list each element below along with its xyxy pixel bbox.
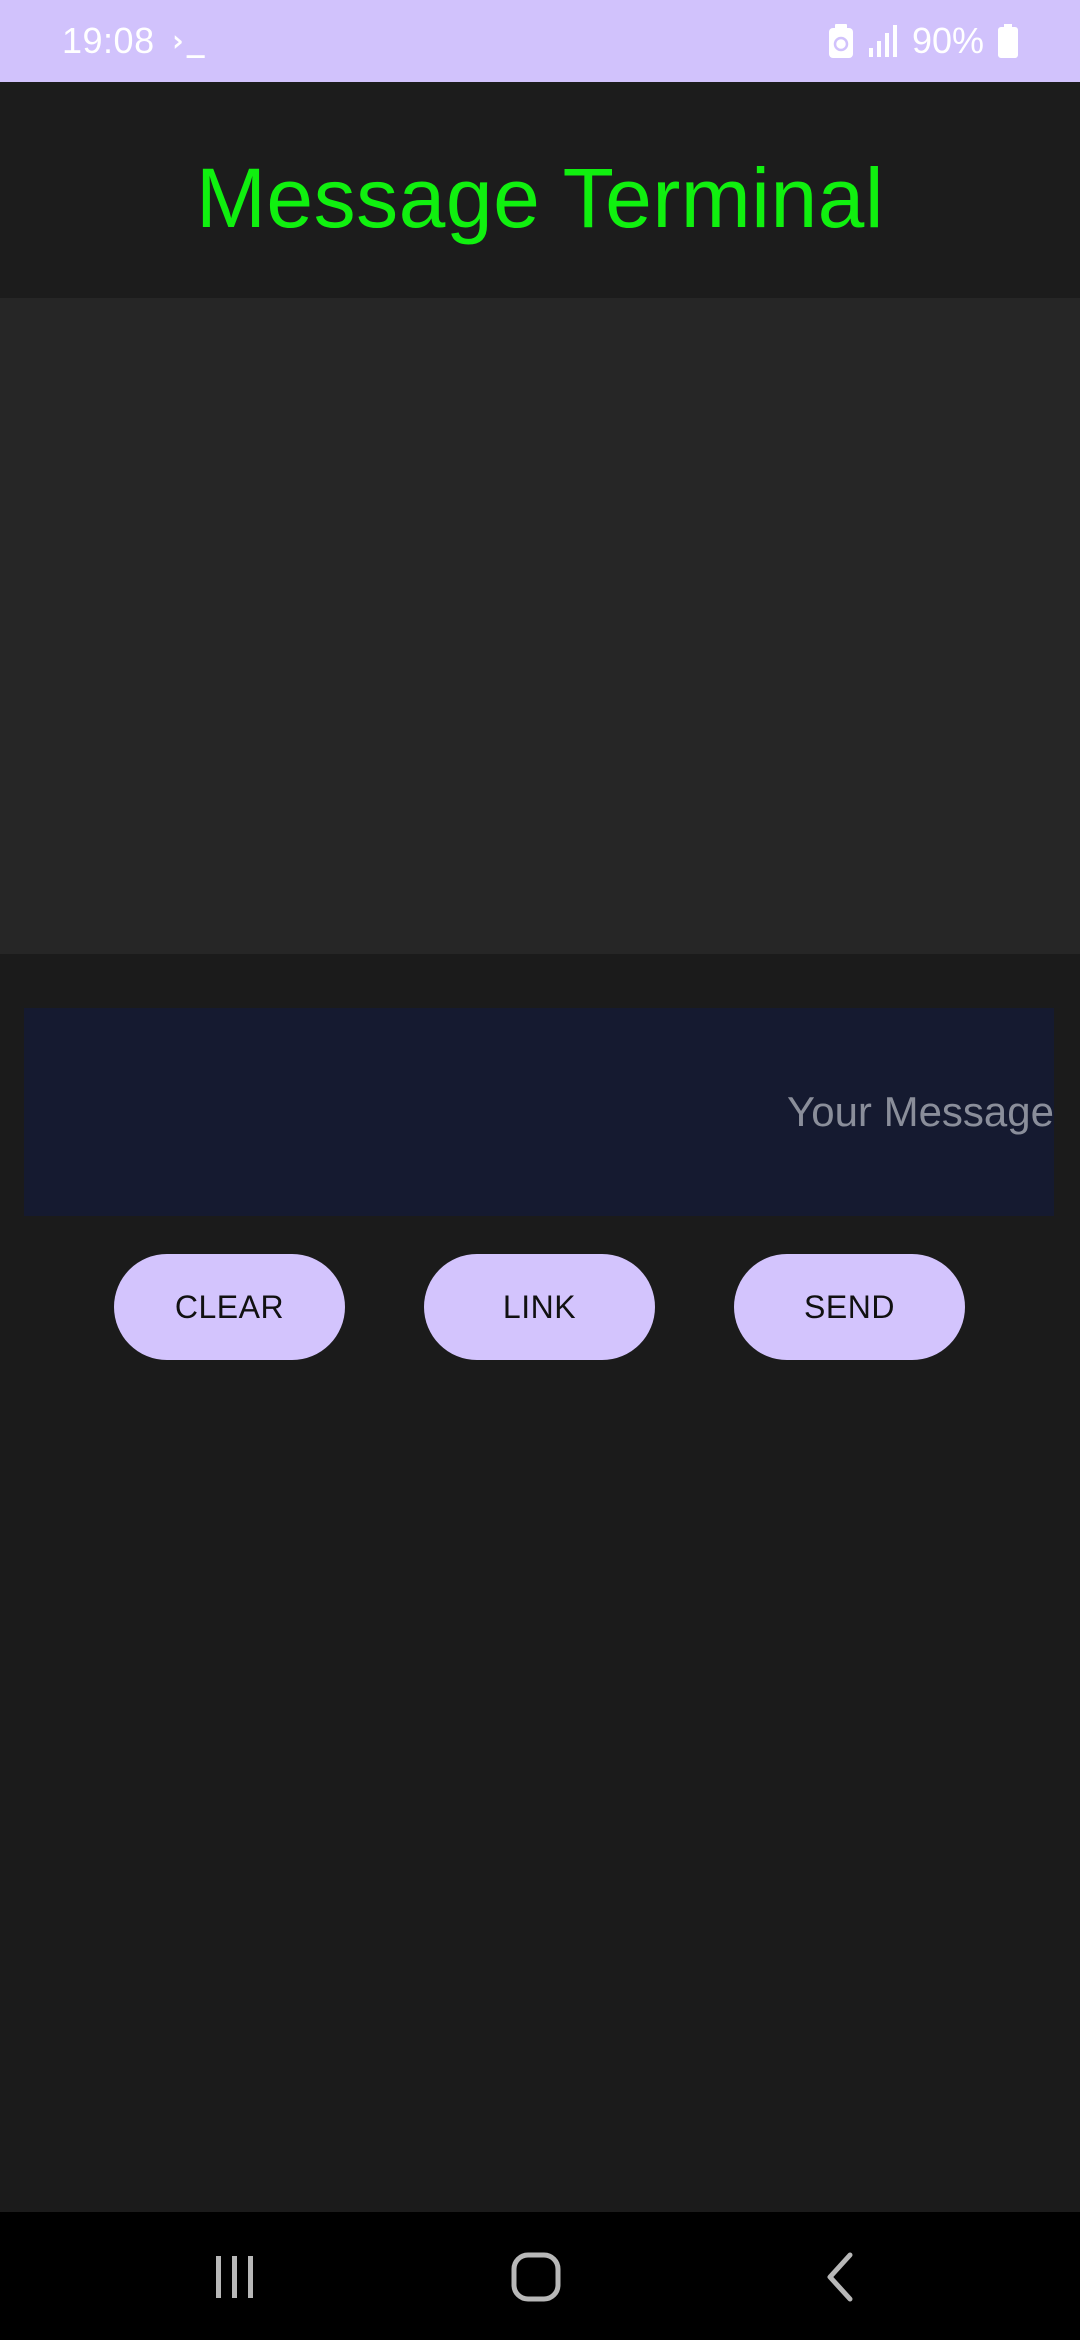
navigation-bar [0,2212,1080,2340]
back-icon[interactable] [800,2242,880,2312]
battery-icon [998,24,1018,58]
page-title: Message Terminal [195,150,885,245]
app-header: Message Terminal [0,82,1080,298]
signal-icon [868,24,898,58]
status-bar: 19:08 ›_ 90% [0,0,1080,82]
recents-icon[interactable] [195,2242,275,2312]
clear-button[interactable]: CLEAR [114,1254,345,1360]
battery-saver-icon [828,23,854,59]
status-time: 19:08 [62,20,155,61]
status-left: 19:08 ›_ [62,20,205,62]
home-icon[interactable] [496,2242,576,2312]
status-right: 90% [828,20,1018,62]
message-log[interactable] [0,298,1080,954]
link-button[interactable]: LINK [424,1254,655,1360]
message-input[interactable] [24,1008,1054,1216]
app-root: 19:08 ›_ 90% Message Terminal Your Messa… [0,0,1080,2340]
send-button[interactable]: SEND [734,1254,965,1360]
terminal-icon: ›_ [168,23,205,59]
battery-percent: 90% [911,20,984,61]
